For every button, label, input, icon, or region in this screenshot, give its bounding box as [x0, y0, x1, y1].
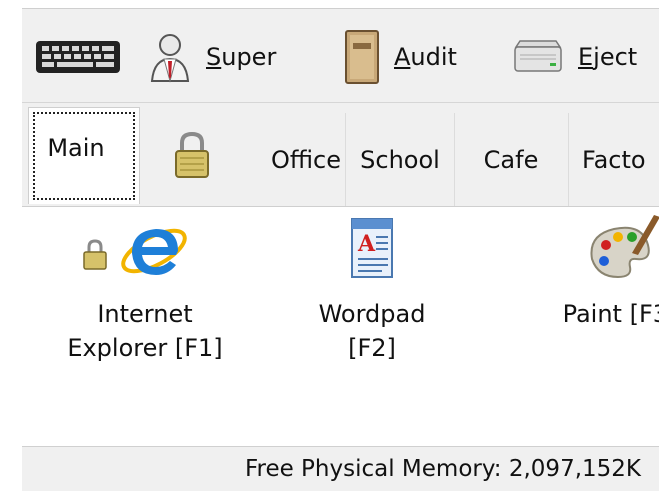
- toolbar: Super Audit Eject: [22, 8, 659, 103]
- tab-main-label: Main: [47, 134, 105, 162]
- app-paint[interactable]: Paint [F3]: [520, 215, 659, 331]
- tab-factory[interactable]: Facto: [568, 113, 659, 207]
- app-panel: Internet Explorer [F1] A Wordpad [F2] Pa…: [22, 206, 659, 447]
- app-wordpad-label: Wordpad [F2]: [318, 300, 426, 362]
- app-paint-label: Paint [F3]: [562, 300, 659, 328]
- audit-button[interactable]: Audit: [344, 29, 457, 85]
- keyboard-button[interactable]: [34, 29, 122, 85]
- svg-text:A: A: [357, 231, 376, 257]
- drive-icon: [514, 40, 562, 72]
- keyboard-icon: [36, 41, 120, 73]
- tab-factory-label: Facto: [582, 146, 646, 174]
- tab-school[interactable]: School: [346, 113, 455, 207]
- book-icon: [345, 30, 379, 84]
- tab-office-label: Office: [270, 146, 341, 174]
- wordpad-icon: A: [351, 218, 393, 278]
- tab-main[interactable]: Main: [28, 107, 140, 204]
- tab-office[interactable]: Office: [152, 113, 346, 207]
- user-suit-icon: [150, 34, 190, 83]
- app-icon-wrap: A: [302, 215, 442, 287]
- padlock-icon: [83, 239, 107, 270]
- status-bar: Free Physical Memory: 2,097,152K: [22, 446, 659, 491]
- internet-explorer-icon: [121, 228, 187, 275]
- app-icon-wrap: [60, 215, 230, 287]
- app-wordpad[interactable]: A Wordpad [F2]: [302, 215, 442, 365]
- padlock-icon: [175, 131, 209, 178]
- eject-button[interactable]: Eject: [512, 29, 637, 85]
- app-window: Super Audit Eject Main Office School Caf…: [0, 0, 659, 491]
- paint-icon: [590, 215, 659, 279]
- tab-cafe-label: Cafe: [483, 146, 539, 174]
- window-left-edge: [0, 0, 22, 490]
- tab-cafe[interactable]: Cafe: [454, 113, 569, 207]
- super-button[interactable]: Super: [148, 29, 276, 85]
- app-ie-label: Internet Explorer [F1]: [67, 300, 223, 362]
- tab-strip: Main Office School Cafe Facto: [22, 102, 659, 207]
- audit-label: Audit: [394, 43, 457, 71]
- super-label: Super: [206, 43, 277, 71]
- eject-label: Eject: [578, 43, 638, 71]
- free-memory-text: Free Physical Memory: 2,097,152K: [244, 456, 641, 482]
- app-internet-explorer[interactable]: Internet Explorer [F1]: [60, 215, 230, 365]
- app-icon-wrap: [520, 215, 659, 287]
- tab-school-label: School: [360, 146, 440, 174]
